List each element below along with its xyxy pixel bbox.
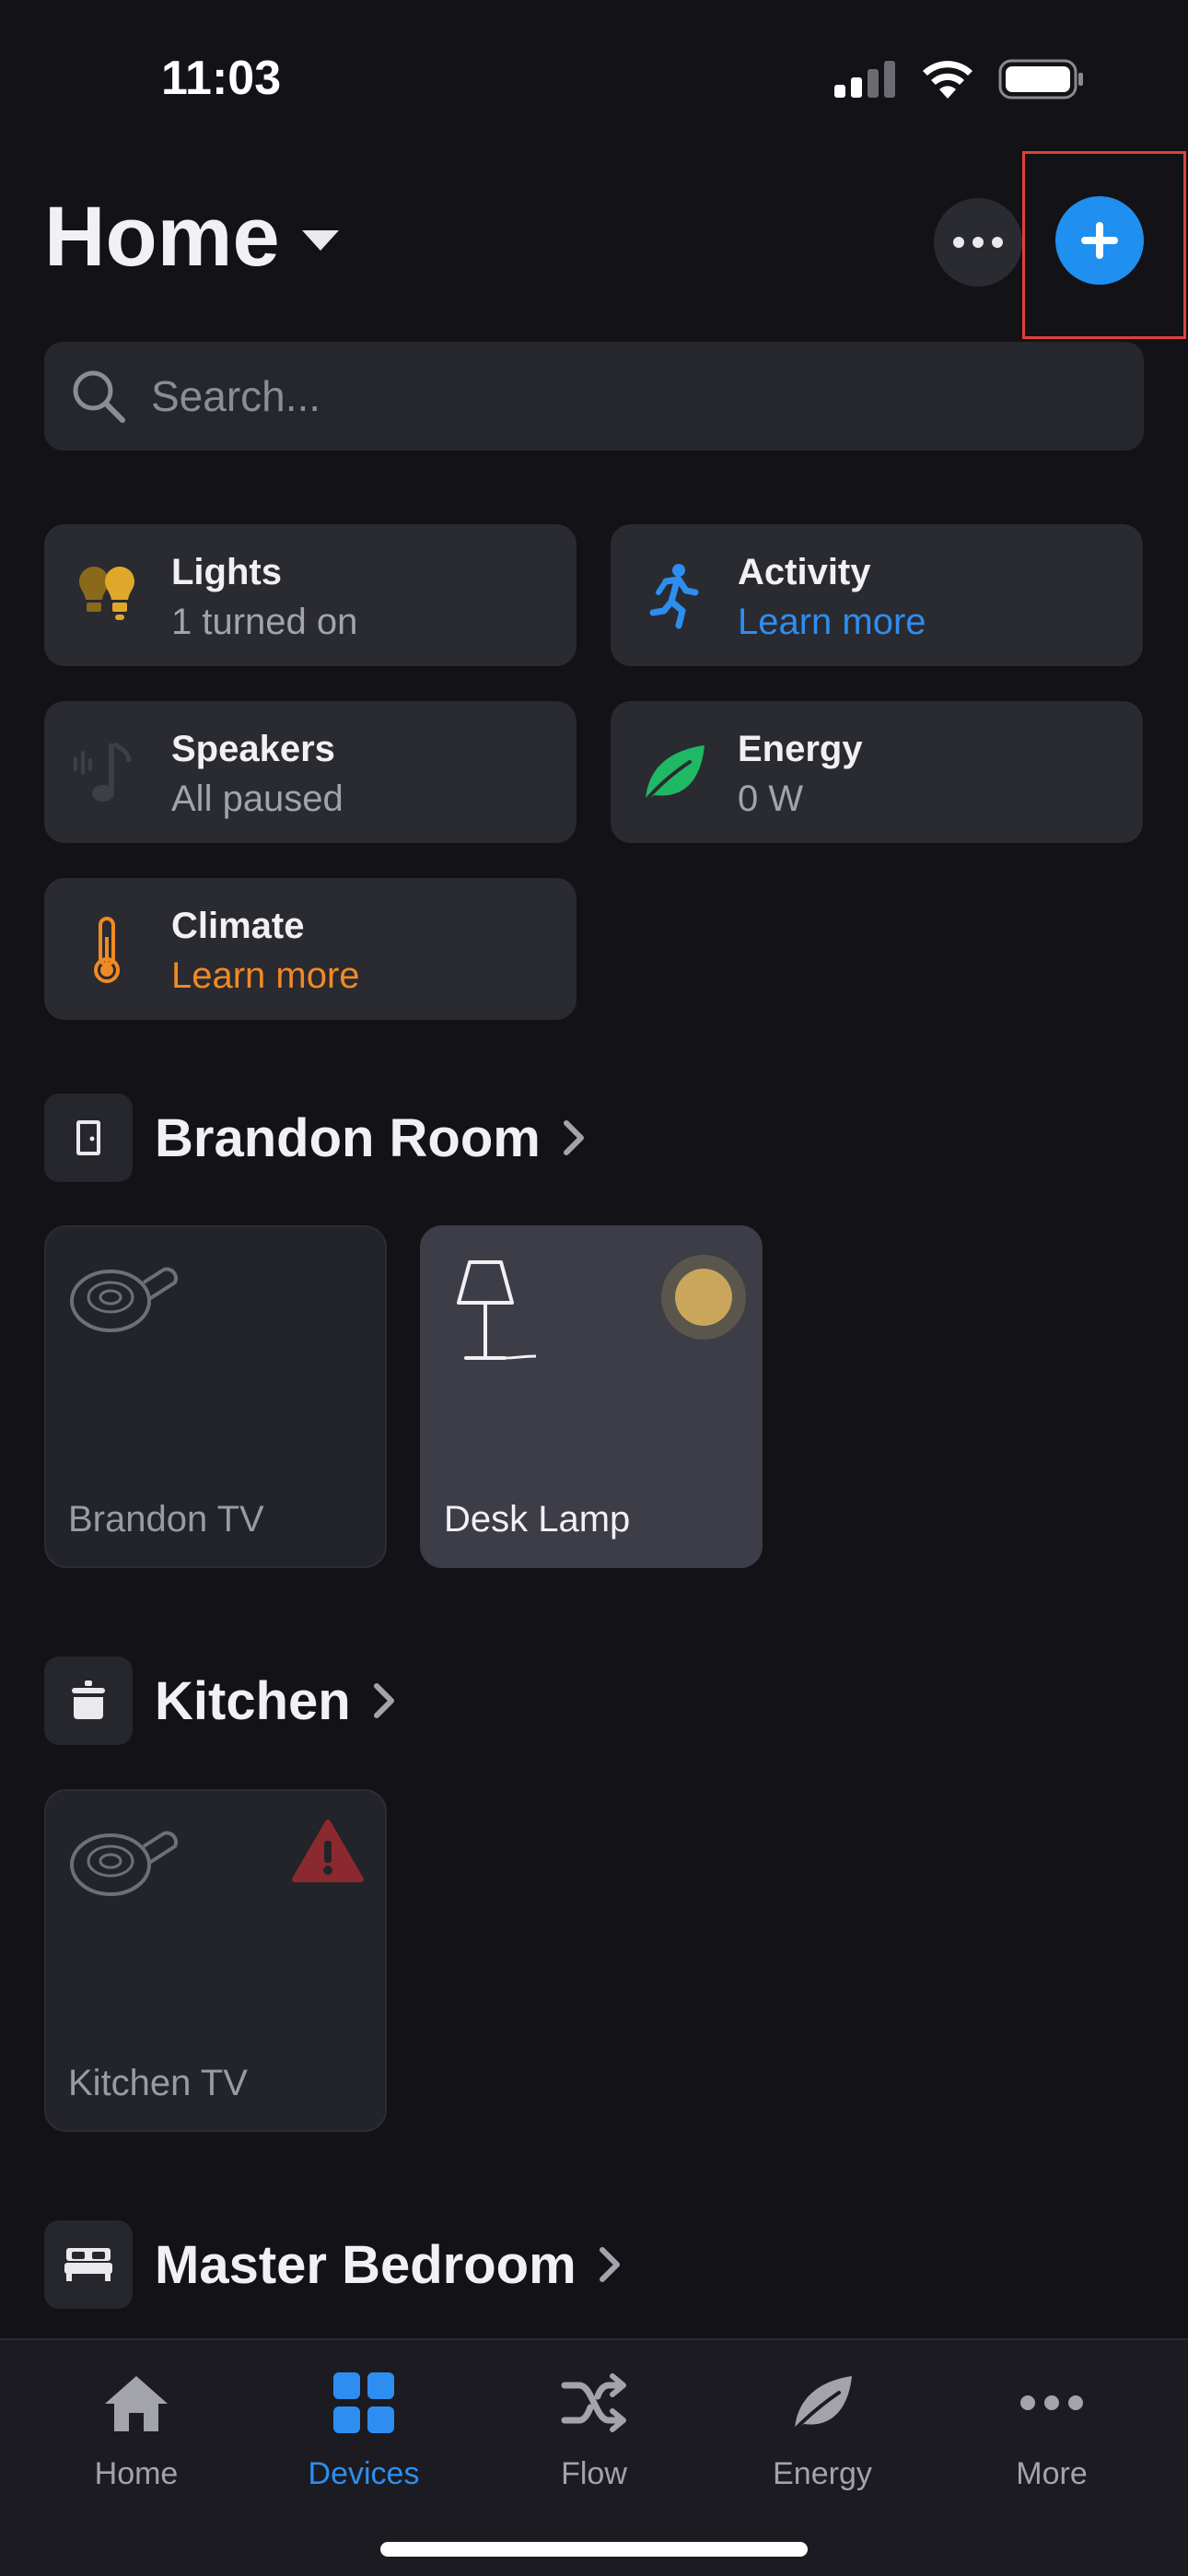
tab-flow[interactable]: Flow bbox=[502, 2366, 686, 2492]
thermometer-icon bbox=[72, 915, 142, 985]
lights-card[interactable]: Lights 1 turned on bbox=[44, 524, 577, 666]
tab-more[interactable]: More bbox=[960, 2366, 1144, 2492]
device-label: Kitchen TV bbox=[68, 2063, 248, 2103]
tab-bar: Home Devices Flow Energy More bbox=[0, 2338, 1188, 2576]
home-indicator[interactable] bbox=[380, 2542, 808, 2557]
battery-icon bbox=[998, 59, 1083, 100]
music-note-icon bbox=[72, 738, 142, 808]
tab-label: More bbox=[1016, 2456, 1088, 2491]
energy-card-value: 0 W bbox=[738, 779, 804, 819]
devices-grid-icon bbox=[333, 2372, 394, 2433]
climate-learn-more-link[interactable]: Learn more bbox=[171, 955, 360, 997]
activity-learn-more-link[interactable]: Learn more bbox=[738, 602, 926, 643]
leaf-icon bbox=[638, 738, 708, 808]
chevron-right-icon bbox=[563, 1120, 584, 1155]
device-tile-kitchen-tv[interactable]: Kitchen TV bbox=[44, 1789, 387, 2132]
bed-icon bbox=[44, 2220, 133, 2309]
lightbulbs-icon bbox=[72, 561, 142, 631]
more-dots-icon bbox=[1020, 2395, 1083, 2410]
tab-label: Energy bbox=[773, 2456, 872, 2491]
tab-devices[interactable]: Devices bbox=[272, 2366, 456, 2492]
shuffle-icon bbox=[561, 2373, 626, 2432]
more-dot bbox=[992, 237, 1003, 248]
leaf-icon bbox=[793, 2376, 852, 2431]
house-icon bbox=[105, 2376, 168, 2431]
search-bar[interactable] bbox=[44, 342, 1144, 451]
lights-card-status: 1 turned on bbox=[171, 602, 358, 642]
chevron-right-icon bbox=[599, 2247, 620, 2282]
more-options-button[interactable] bbox=[934, 198, 1022, 287]
device-tile-brandon-tv[interactable]: Brandon TV bbox=[44, 1225, 387, 1568]
climate-card-title: Climate bbox=[171, 906, 305, 946]
warning-icon bbox=[292, 1820, 364, 1882]
tab-label: Flow bbox=[561, 2456, 627, 2491]
speakers-card-status: All paused bbox=[171, 779, 344, 819]
cooking-pot-icon bbox=[44, 1657, 133, 1745]
energy-card-title: Energy bbox=[738, 729, 863, 769]
page-title[interactable]: Home bbox=[44, 189, 280, 286]
more-dot bbox=[953, 237, 964, 248]
home-dropdown-caret-icon[interactable] bbox=[302, 230, 339, 251]
search-input[interactable] bbox=[151, 371, 1072, 421]
room-header-brandon-room[interactable]: Brandon Room bbox=[44, 1094, 587, 1182]
tab-home[interactable]: Home bbox=[44, 2366, 228, 2492]
room-header-kitchen[interactable]: Kitchen bbox=[44, 1657, 397, 1745]
cellular-signal-icon bbox=[834, 61, 895, 98]
lamp-power-toggle[interactable] bbox=[661, 1255, 746, 1340]
tab-label: Home bbox=[94, 2456, 179, 2491]
tab-energy[interactable]: Energy bbox=[730, 2366, 914, 2492]
chevron-right-icon bbox=[373, 1683, 394, 1718]
tab-label: Devices bbox=[308, 2456, 420, 2491]
add-button-highlight bbox=[1022, 151, 1186, 339]
room-name: Master Bedroom bbox=[155, 2234, 577, 2295]
room-header-master-bedroom[interactable]: Master Bedroom bbox=[44, 2220, 623, 2309]
chromecast-icon bbox=[70, 1267, 179, 1332]
speakers-card[interactable]: Speakers All paused bbox=[44, 701, 577, 843]
status-time: 11:03 bbox=[161, 52, 282, 105]
lamp-power-knob bbox=[675, 1269, 732, 1326]
climate-card[interactable]: Climate Learn more bbox=[44, 878, 577, 1020]
energy-card[interactable]: Energy 0 W bbox=[611, 701, 1143, 843]
activity-card[interactable]: Activity Learn more bbox=[611, 524, 1143, 666]
room-name: Kitchen bbox=[155, 1670, 351, 1731]
lights-card-title: Lights bbox=[171, 552, 282, 592]
activity-card-title: Activity bbox=[738, 552, 871, 592]
device-tile-desk-lamp[interactable]: Desk Lamp bbox=[420, 1225, 763, 1568]
room-name: Brandon Room bbox=[155, 1107, 541, 1168]
status-icons bbox=[834, 59, 1085, 100]
speakers-card-title: Speakers bbox=[171, 729, 335, 769]
device-label: Brandon TV bbox=[68, 1499, 264, 1540]
chromecast-icon bbox=[70, 1831, 179, 1896]
device-label: Desk Lamp bbox=[444, 1499, 631, 1540]
more-dot bbox=[973, 237, 984, 248]
door-icon bbox=[44, 1094, 133, 1182]
desk-lamp-icon bbox=[457, 1260, 537, 1360]
wifi-icon bbox=[923, 61, 973, 99]
running-person-icon bbox=[638, 561, 708, 631]
search-icon bbox=[73, 370, 125, 423]
